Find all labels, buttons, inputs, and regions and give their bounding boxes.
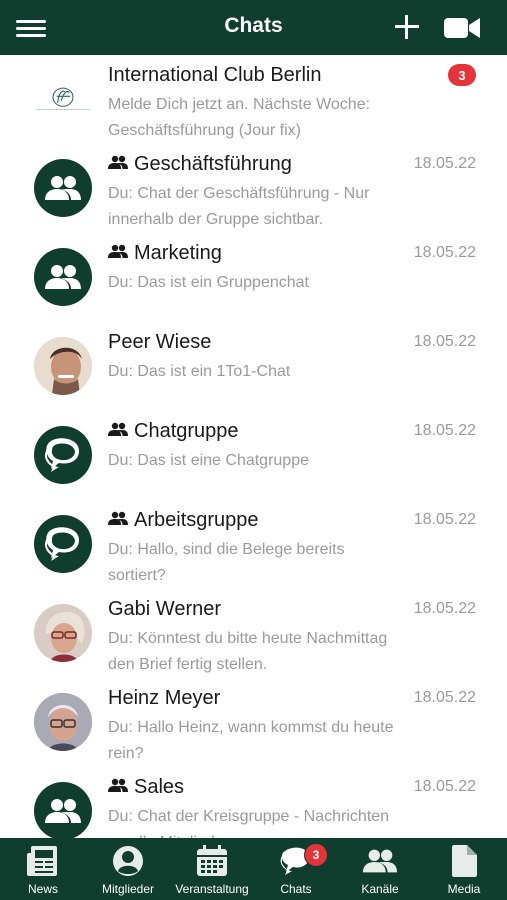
chat-name: Arbeitsgruppe [108,509,259,532]
calendar-icon [197,845,227,876]
chat-date: 18.05.22 [413,778,476,795]
app-header: Chats [0,0,507,55]
group-icon [45,265,81,289]
tab-news[interactable]: News [1,838,85,900]
chat-date: 18.05.22 [413,422,476,439]
group-avatar [34,248,92,306]
chat-item[interactable]: Sales Du: Chat der Kreisgruppe - Nachric… [0,767,507,838]
chat-date: 18.05.22 [413,600,476,617]
unread-badge: 3 [448,64,476,86]
chat-last-message: Du: Hallo Heinz, wann kommst du heute re… [108,719,394,762]
chat-item[interactable]: Peer Wiese Du: Das ist ein 1To1-Chat 18.… [0,322,507,412]
chat-bubbles-icon [45,438,79,472]
group-icon [45,799,81,823]
tab-kanaele[interactable]: Kanäle [338,838,422,900]
avatar [34,693,92,751]
chat-item[interactable]: Geschäftsführung Du: Chat der Geschäftsf… [0,144,507,234]
plus-icon[interactable] [392,12,422,42]
tab-label: Media [447,882,481,896]
chat-item[interactable]: Arbeitsgruppe Du: Hallo, sind die Belege… [0,500,507,590]
chat-last-message: Du: Chat der Kreisgruppe - Nachrichten a… [108,808,390,838]
group-icon [45,176,81,200]
club-logo [34,70,92,128]
chat-date: 18.05.22 [413,333,476,350]
group-chat-icon [108,511,128,525]
chat-name-text: Sales [134,776,185,798]
group-icon [362,849,398,873]
document-icon [452,845,477,877]
tab-veranstaltung[interactable]: Veranstaltung [170,838,254,900]
group-chat-icon [108,244,128,258]
chat-last-message: Du: Hallo, sind die Belege bereits sorti… [108,541,345,584]
page-title: Chats [224,14,283,37]
chat-last-message: Du: Könntest du bitte heute Nachmittag d… [108,630,388,673]
bottom-tab-bar: News Mitglieder Veranstaltung 3 Chats Ka… [0,838,507,900]
chat-avatar [34,426,92,484]
chat-date: 18.05.22 [413,244,476,261]
tab-badge: 3 [304,843,328,867]
chat-name: Chatgruppe [108,420,239,443]
chat-name-text: Arbeitsgruppe [134,509,259,531]
chat-name-text: Chatgruppe [134,420,239,442]
chat-last-message: Du: Das ist eine Chatgruppe [108,452,309,469]
tab-media[interactable]: Media [422,838,506,900]
chat-last-message: Melde Dich jetzt an. Nächste Woche: Gesc… [108,96,371,139]
newspaper-icon [27,846,57,876]
chat-last-message: Du: Das ist ein 1To1-Chat [108,363,291,380]
group-chat-icon [108,422,128,436]
chat-item[interactable]: Heinz Meyer Du: Hallo Heinz, wann kommst… [0,678,507,768]
avatar [34,337,92,395]
chat-list[interactable]: International Club Berlin Melde Dich jet… [0,55,507,838]
chat-last-message: Du: Das ist ein Gruppenchat [108,274,309,291]
video-camera-icon[interactable] [442,14,482,42]
chat-name: Marketing [108,242,222,265]
chat-item[interactable]: International Club Berlin Melde Dich jet… [0,55,507,145]
chat-item[interactable]: Chatgruppe Du: Das ist eine Chatgruppe 1… [0,411,507,501]
chat-date: 18.05.22 [413,511,476,528]
chat-bubbles-icon [45,527,79,561]
chat-name: Peer Wiese [108,331,212,353]
chat-name: International Club Berlin [108,64,322,86]
group-avatar [34,782,92,838]
tab-mitglieder[interactable]: Mitglieder [86,838,170,900]
group-chat-icon [108,155,128,169]
chat-last-message: Du: Chat der Geschäftsführung - Nur inne… [108,185,370,228]
group-avatar [34,159,92,217]
chat-avatar [34,515,92,573]
chat-name: Geschäftsführung [108,153,292,176]
chat-date: 18.05.22 [413,155,476,172]
chat-name: Gabi Werner [108,598,222,620]
chat-name-text: Marketing [134,242,222,264]
chat-item[interactable]: Gabi Werner Du: Könntest du bitte heute … [0,589,507,679]
user-circle-icon [113,846,143,876]
chat-name: Heinz Meyer [108,687,221,709]
chat-item[interactable]: Marketing Du: Das ist ein Gruppenchat 18… [0,233,507,323]
chat-name-text: Geschäftsführung [134,153,292,175]
group-chat-icon [108,778,128,792]
chat-date: 18.05.22 [413,689,476,706]
chat-name: Sales [108,776,184,799]
tab-chats[interactable]: 3 Chats [254,838,338,900]
avatar [34,604,92,662]
